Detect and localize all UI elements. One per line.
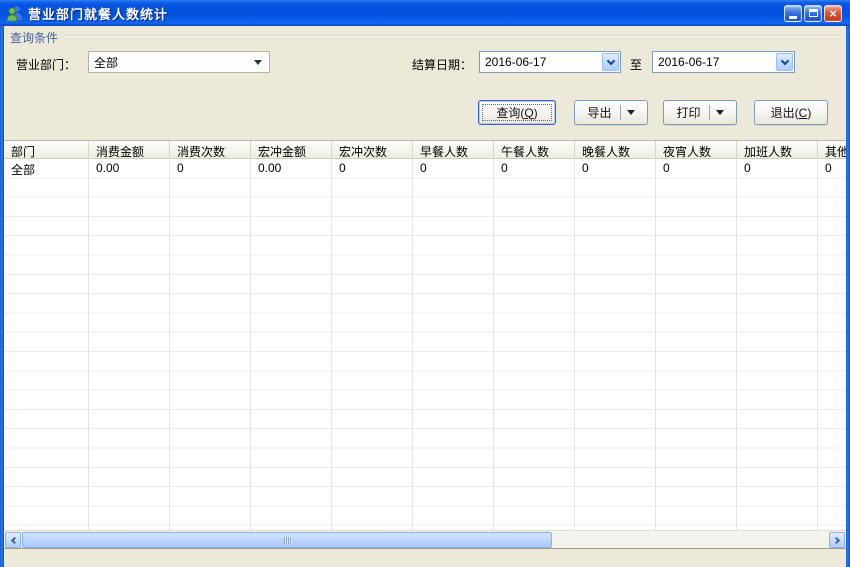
grid-column-line	[574, 159, 575, 530]
thumb-grip	[290, 537, 291, 544]
close-icon: ×	[829, 7, 837, 20]
split-divider	[620, 105, 621, 120]
grid-column-line	[250, 159, 251, 530]
export-button-label: 导出	[587, 104, 611, 121]
maximize-icon	[809, 9, 818, 17]
statistics-table: 部门消费金额消费次数宏冲金额宏冲次数早餐人数午餐人数晚餐人数夜宵人数加班人数其他…	[4, 140, 846, 549]
grid-column-line	[655, 159, 656, 530]
grid-column-line	[817, 159, 818, 530]
table-cell: 0	[413, 159, 494, 178]
exit-button[interactable]: 退出(C)	[754, 100, 828, 125]
table-cell: 0.00	[251, 159, 332, 178]
grid-column-line	[331, 159, 332, 530]
department-value: 全部	[89, 54, 254, 71]
scroll-left-button[interactable]	[5, 532, 21, 548]
date-to-label: 至	[630, 56, 642, 73]
close-button[interactable]: ×	[824, 5, 842, 22]
thumb-grip	[286, 537, 287, 544]
column-header[interactable]: 宏冲金额	[251, 141, 332, 159]
window-border-left	[0, 0, 4, 567]
horizontal-scrollbar[interactable]	[4, 530, 846, 548]
chevron-down-icon[interactable]	[254, 60, 262, 65]
exit-button-label: 退出(	[771, 104, 799, 121]
table-cell: 全部	[4, 159, 89, 178]
focus-ring	[482, 104, 552, 121]
chevron-down-icon	[780, 56, 788, 64]
table-data-row[interactable]: 全部0.0000.000000000	[4, 159, 846, 178]
app-icon	[6, 5, 23, 21]
date-from-value: 2016-06-17	[480, 55, 602, 69]
table-cell: 0	[818, 159, 846, 178]
split-divider	[709, 105, 710, 120]
date-from-dropdown-button[interactable]	[602, 53, 619, 71]
thumb-grip	[288, 537, 289, 544]
column-header[interactable]: 加班人数	[737, 141, 818, 159]
column-header[interactable]: 消费次数	[170, 141, 251, 159]
grid-column-line	[169, 159, 170, 530]
date-to-value: 2016-06-17	[653, 55, 776, 69]
column-header[interactable]: 部门	[4, 141, 89, 159]
exit-label-suffix: )	[807, 106, 811, 120]
thumb-grip	[284, 537, 285, 544]
scrollbar-thumb[interactable]	[22, 532, 552, 548]
date-from-picker[interactable]: 2016-06-17	[479, 51, 621, 73]
department-label: 营业部门：	[16, 56, 76, 73]
column-header[interactable]: 其他人数	[818, 141, 846, 159]
print-button[interactable]: 打印	[663, 100, 737, 125]
app-window: 营业部门就餐人数统计 × 查询条件 营业部门： 全部 结算日期： 2016-06…	[0, 0, 850, 567]
grid-column-line	[412, 159, 413, 530]
scroll-right-button[interactable]	[829, 532, 845, 548]
table-cell: 0	[737, 159, 818, 178]
query-button[interactable]: 查询(Q)	[478, 100, 556, 125]
grid-column-line	[493, 159, 494, 530]
table-cell: 0.00	[89, 159, 170, 178]
window-title: 营业部门就餐人数统计	[28, 4, 784, 23]
export-dropdown-arrow-icon[interactable]	[627, 110, 635, 115]
table-cell: 0	[170, 159, 251, 178]
query-groupbox-caption: 查询条件	[10, 29, 58, 46]
table-cell: 0	[332, 159, 413, 178]
chevron-down-icon	[606, 56, 614, 64]
print-dropdown-arrow-icon[interactable]	[716, 110, 724, 115]
table-header-row: 部门消费金额消费次数宏冲金额宏冲次数早餐人数午餐人数晚餐人数夜宵人数加班人数其他…	[4, 141, 846, 159]
table-cell: 0	[575, 159, 656, 178]
column-header[interactable]: 午餐人数	[494, 141, 575, 159]
groupbox-line	[64, 35, 842, 37]
minimize-button[interactable]	[784, 5, 802, 22]
chevron-right-icon	[832, 536, 839, 543]
grid-column-line	[736, 159, 737, 530]
export-button[interactable]: 导出	[574, 100, 648, 125]
grid-body: 全部0.0000.000000000	[4, 159, 846, 530]
column-header[interactable]: 晚餐人数	[575, 141, 656, 159]
department-combobox[interactable]: 全部	[88, 51, 270, 73]
maximize-button[interactable]	[804, 5, 822, 22]
title-bar[interactable]: 营业部门就餐人数统计 ×	[0, 0, 850, 26]
column-header[interactable]: 消费金额	[89, 141, 170, 159]
column-header[interactable]: 宏冲次数	[332, 141, 413, 159]
column-header[interactable]: 夜宵人数	[656, 141, 737, 159]
table-cell: 0	[494, 159, 575, 178]
table-cell: 0	[656, 159, 737, 178]
date-to-picker[interactable]: 2016-06-17	[652, 51, 795, 73]
settle-date-label: 结算日期：	[412, 56, 472, 73]
column-header[interactable]: 早餐人数	[413, 141, 494, 159]
chevron-left-icon	[10, 536, 17, 543]
window-border-right	[846, 0, 850, 567]
print-button-label: 打印	[676, 104, 700, 121]
minimize-icon	[789, 16, 797, 19]
grid-column-line	[88, 159, 89, 530]
date-to-dropdown-button[interactable]	[776, 53, 793, 71]
exit-hotkey: C	[799, 106, 808, 120]
